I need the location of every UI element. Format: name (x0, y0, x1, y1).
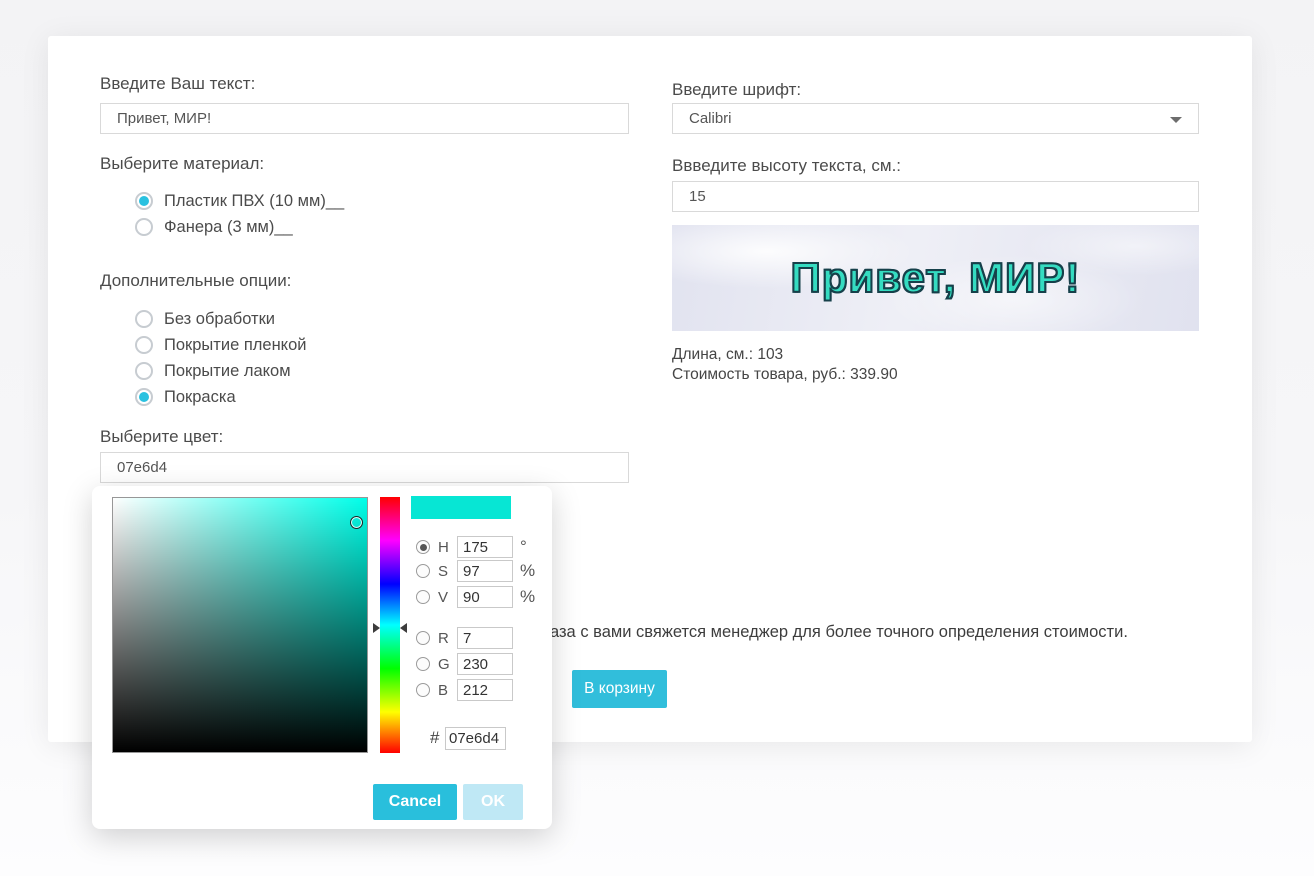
saturation-value-gradient[interactable] (112, 497, 368, 753)
channel-row-h: H ° (416, 536, 527, 558)
add-to-cart-button[interactable]: В корзину (572, 670, 667, 708)
preview-image: Привет, МИР! (672, 225, 1199, 331)
channel-v-input[interactable] (457, 586, 513, 608)
radio-option-film-label: Покрытие пленкой (164, 336, 306, 355)
channel-s-input[interactable] (457, 560, 513, 582)
radio-material-plywood-label: Фанера (3 мм)__ (164, 218, 293, 237)
hue-handle-right-icon[interactable] (400, 623, 407, 633)
channel-r-input[interactable] (457, 627, 513, 649)
channel-row-b: B (416, 679, 513, 701)
channel-h-key: H (438, 539, 457, 556)
radio-option-paint[interactable]: Покраска (135, 386, 236, 408)
channel-row-v: V % (416, 586, 535, 608)
radio-unselected-icon (135, 310, 153, 328)
radio-channel-v[interactable] (416, 590, 430, 604)
price-text: Стоимость товара, руб.: 339.90 (672, 366, 898, 384)
ok-button[interactable]: OK (463, 784, 523, 820)
channel-g-key: G (438, 656, 457, 673)
color-hex-input[interactable] (100, 452, 629, 483)
radio-option-none[interactable]: Без обработки (135, 308, 275, 330)
channel-h-input[interactable] (457, 536, 513, 558)
radio-channel-s[interactable] (416, 564, 430, 578)
radio-material-plywood[interactable]: Фанера (3 мм)__ (135, 216, 293, 238)
preview-rendered-text: Привет, МИР! (791, 254, 1081, 302)
hex-prefix: # (430, 728, 439, 748)
channel-row-g: G (416, 653, 513, 675)
radio-material-pvc-label: Пластик ПВХ (10 мм)__ (164, 192, 344, 211)
channel-r-key: R (438, 630, 457, 647)
radio-option-none-label: Без обработки (164, 310, 275, 329)
radio-channel-b[interactable] (416, 683, 430, 697)
text-input-label: Введите Ваш текст: (100, 74, 255, 94)
material-label: Выберите материал: (100, 154, 264, 174)
radio-unselected-icon (135, 362, 153, 380)
channel-row-r: R (416, 627, 513, 649)
channel-b-key: B (438, 682, 457, 699)
height-label: Ввведите высоту текста, см.: (672, 156, 901, 176)
custom-text-input[interactable] (100, 103, 629, 134)
radio-channel-r[interactable] (416, 631, 430, 645)
font-select-value: Calibri (689, 110, 732, 127)
color-label: Выберите цвет: (100, 427, 223, 447)
channel-v-unit: % (520, 587, 535, 607)
manager-note-text: аза с вами свяжется менеджер для более т… (550, 623, 1128, 642)
hue-handle-left-icon[interactable] (373, 623, 380, 633)
channel-s-key: S (438, 563, 457, 580)
radio-option-film[interactable]: Покрытие пленкой (135, 334, 306, 356)
chevron-down-icon (1170, 117, 1182, 123)
radio-option-lacquer[interactable]: Покрытие лаком (135, 360, 291, 382)
text-height-input[interactable] (672, 181, 1199, 212)
cancel-button[interactable]: Cancel (373, 784, 457, 820)
sv-cursor-circle-icon[interactable] (350, 516, 363, 529)
length-text: Длина, см.: 103 (672, 346, 783, 364)
radio-unselected-icon (135, 336, 153, 354)
channel-h-unit: ° (520, 537, 527, 557)
channel-v-key: V (438, 589, 457, 606)
current-color-swatch (411, 496, 511, 519)
channel-s-unit: % (520, 561, 535, 581)
channel-g-input[interactable] (457, 653, 513, 675)
channel-b-input[interactable] (457, 679, 513, 701)
radio-option-lacquer-label: Покрытие лаком (164, 362, 291, 381)
radio-channel-h[interactable] (416, 540, 430, 554)
hex-value-input[interactable] (445, 727, 506, 750)
radio-channel-g[interactable] (416, 657, 430, 671)
font-label: Введите шрифт: (672, 80, 801, 100)
font-select[interactable]: Calibri (672, 103, 1199, 134)
radio-unselected-icon (135, 218, 153, 236)
radio-material-pvc[interactable]: Пластик ПВХ (10 мм)__ (135, 190, 344, 212)
hue-slider[interactable] (380, 497, 400, 753)
radio-selected-icon (135, 192, 153, 210)
radio-selected-icon (135, 388, 153, 406)
channel-row-s: S % (416, 560, 535, 582)
color-picker-popup: H ° S % V % R G B # Cancel OK (92, 486, 552, 829)
radio-option-paint-label: Покраска (164, 388, 236, 407)
options-label: Дополнительные опции: (100, 271, 291, 291)
